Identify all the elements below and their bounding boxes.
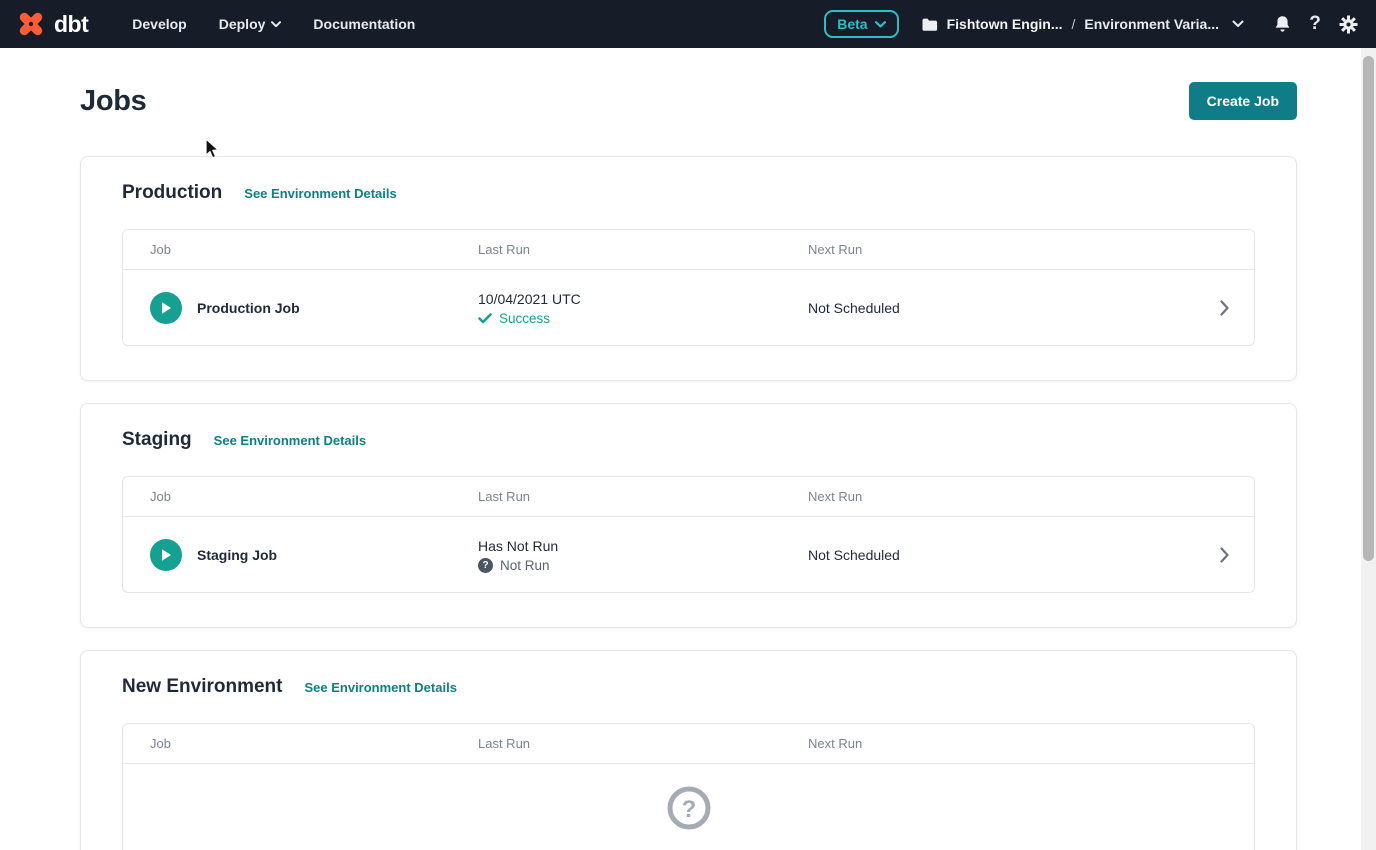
breadcrumb-separator: / (1072, 16, 1076, 32)
environment-card-staging: Staging See Environment Details Job Last… (80, 403, 1297, 628)
see-environment-details-link[interactable]: See Environment Details (244, 186, 396, 201)
column-header-next-run: Next Run (808, 736, 1194, 751)
next-run-value: Not Scheduled (808, 547, 1194, 563)
run-job-play-button[interactable] (150, 539, 182, 571)
settings-gear-icon[interactable] (1338, 14, 1358, 34)
environment-card-production: Production See Environment Details Job L… (80, 156, 1297, 381)
empty-state-question-circle-icon: ? (667, 786, 711, 830)
job-name: Staging Job (197, 547, 277, 563)
chevron-down-icon (271, 21, 281, 28)
job-row-staging-job[interactable]: Staging Job Has Not Run ? Not Run Not Sc… (123, 517, 1254, 592)
jobs-table: Job Last Run Next Run ? (122, 723, 1255, 850)
svg-text:?: ? (681, 796, 696, 823)
nav-item-deploy[interactable]: Deploy (207, 8, 294, 40)
column-header-job: Job (150, 242, 478, 257)
play-icon (160, 301, 172, 315)
column-header-job: Job (150, 489, 478, 504)
column-header-job: Job (150, 736, 478, 751)
dbt-logo-icon (14, 7, 48, 41)
notifications-bell-icon[interactable] (1272, 14, 1292, 34)
table-header-row: Job Last Run Next Run (123, 230, 1254, 270)
column-header-last-run: Last Run (478, 736, 808, 751)
help-icon[interactable]: ? (1305, 14, 1325, 34)
beta-dropdown[interactable]: Beta (824, 10, 898, 38)
nav-item-documentation[interactable]: Documentation (301, 8, 427, 40)
next-run-value: Not Scheduled (808, 300, 1194, 316)
job-name: Production Job (197, 300, 300, 316)
jobs-table: Job Last Run Next Run Staging Job Has No… (122, 476, 1255, 593)
folder-icon (921, 17, 938, 32)
chevron-down-icon[interactable] (1232, 20, 1244, 28)
column-header-next-run: Next Run (808, 489, 1194, 504)
dbt-logo[interactable]: dbt (14, 7, 88, 41)
success-check-icon (478, 313, 492, 324)
play-icon (160, 548, 172, 562)
chevron-right-icon[interactable] (1220, 300, 1229, 316)
last-run-date: Has Not Run (478, 536, 808, 556)
top-nav: dbt Develop Deploy Documentation Beta Fi… (0, 0, 1376, 48)
empty-state: ? (123, 764, 1254, 850)
environment-name: Staging (122, 429, 192, 451)
status-badge: Success (499, 311, 550, 326)
jobs-table: Job Last Run Next Run Production Job 10/… (122, 229, 1255, 346)
scrollbar-thumb[interactable] (1363, 56, 1374, 561)
column-header-last-run: Last Run (478, 489, 808, 504)
job-row-production-job[interactable]: Production Job 10/04/2021 UTC Success No… (123, 270, 1254, 345)
not-run-question-icon: ? (478, 558, 493, 573)
last-run-date: 10/04/2021 UTC (478, 289, 808, 309)
breadcrumb-project[interactable]: Environment Varia... (1084, 16, 1219, 32)
see-environment-details-link[interactable]: See Environment Details (214, 433, 366, 448)
column-header-last-run: Last Run (478, 242, 808, 257)
jobs-page: Jobs Create Job Production See Environme… (0, 48, 1376, 850)
breadcrumb-account[interactable]: Fishtown Engin... (947, 16, 1063, 32)
status-badge: Not Run (500, 558, 550, 573)
column-header-next-run: Next Run (808, 242, 1194, 257)
dbt-logo-text: dbt (54, 11, 88, 38)
environment-name: New Environment (122, 676, 282, 698)
nav-item-develop[interactable]: Develop (120, 8, 198, 40)
create-job-button[interactable]: Create Job (1189, 82, 1297, 120)
chevron-right-icon[interactable] (1220, 547, 1229, 563)
environment-name: Production (122, 182, 222, 204)
table-header-row: Job Last Run Next Run (123, 477, 1254, 517)
environment-card-new-environment: New Environment See Environment Details … (80, 650, 1297, 850)
page-title: Jobs (80, 85, 147, 118)
chevron-down-icon (875, 21, 886, 28)
breadcrumb: Fishtown Engin... / Environment Varia... (921, 16, 1244, 32)
run-job-play-button[interactable] (150, 292, 182, 324)
table-header-row: Job Last Run Next Run (123, 724, 1254, 764)
vertical-scrollbar[interactable] (1361, 48, 1376, 850)
see-environment-details-link[interactable]: See Environment Details (304, 680, 456, 695)
